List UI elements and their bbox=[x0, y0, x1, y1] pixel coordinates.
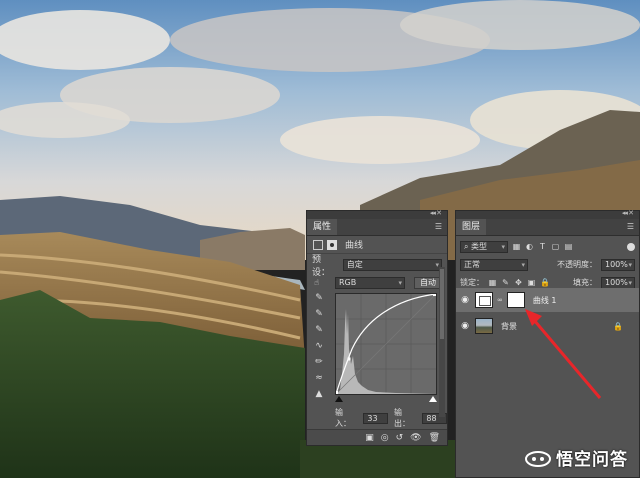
curve-graph[interactable] bbox=[335, 293, 437, 395]
lock-all-icon[interactable]: 🔒 bbox=[540, 278, 550, 287]
curve-point-mid bbox=[347, 357, 351, 361]
curve-tools: ✎ ✎ ✎ ∿ ✏ ≈ ▲ bbox=[312, 293, 326, 400]
eye-icon[interactable]: ◉ bbox=[459, 295, 471, 305]
tab-layers[interactable]: 图层 bbox=[456, 219, 487, 235]
link-icon[interactable]: ∞ bbox=[497, 296, 503, 304]
lock-artboard-icon[interactable]: ▣ bbox=[527, 278, 536, 287]
white-point-eyedropper-icon[interactable]: ✎ bbox=[313, 325, 325, 336]
input-label: 输入： bbox=[335, 408, 351, 428]
filter-adjustment-icon[interactable]: ◐ bbox=[525, 242, 534, 251]
filter-smart-object-icon[interactable]: ▤ bbox=[564, 242, 573, 251]
curve-point-black bbox=[335, 391, 338, 394]
layer-lock-icon[interactable]: 🔒 bbox=[613, 322, 623, 331]
blend-mode-dropdown[interactable]: 正常 bbox=[460, 258, 528, 271]
eye-icon[interactable]: ◉ bbox=[459, 321, 471, 331]
properties-panel: ◂◂ ✕ 属性 ☰ 曲线 预设： 自定 ☝ RGB 自动 ✎ ✎ ✎ ∿ ✏ ≈… bbox=[306, 209, 448, 446]
watermark: 悟空问答 bbox=[524, 445, 628, 470]
mask-icon[interactable] bbox=[327, 239, 337, 250]
filter-type-icon[interactable]: T bbox=[538, 242, 547, 251]
curve-point-white bbox=[433, 293, 436, 296]
watermark-text: 悟空问答 bbox=[556, 450, 628, 470]
fill-label: 填充： bbox=[573, 278, 597, 287]
lock-pixels-icon[interactable]: ✎ bbox=[501, 278, 510, 287]
panel-topbar[interactable]: ◂◂ ✕ bbox=[307, 209, 447, 219]
preset-label: 预设： bbox=[312, 254, 331, 278]
preset-row: 预设： 自定 bbox=[307, 255, 447, 278]
layers-tabbar: 图层 ☰ bbox=[456, 219, 639, 236]
preset-dropdown[interactable]: 自定 bbox=[342, 258, 442, 271]
image-thumbnail[interactable] bbox=[475, 318, 493, 334]
curve-edit-icon[interactable]: ∿ bbox=[313, 341, 325, 352]
search-icon: ⌕ bbox=[464, 241, 469, 251]
black-point-eyedropper-icon[interactable]: ✎ bbox=[313, 293, 325, 304]
collapse-icon[interactable]: ◂◂ ✕ bbox=[622, 209, 634, 217]
output-label: 输出： bbox=[394, 408, 410, 428]
fill-field[interactable]: 100% bbox=[601, 276, 635, 289]
gray-point-eyedropper-icon[interactable]: ✎ bbox=[313, 309, 325, 320]
clip-to-layer-icon[interactable]: ▣ bbox=[365, 433, 374, 443]
filter-kind-dropdown[interactable]: ⌕ 类型 bbox=[460, 240, 508, 253]
layer-row-curves[interactable]: ◉ ∞ 曲线 1 bbox=[456, 288, 639, 312]
filter-shape-icon[interactable]: ▢ bbox=[551, 242, 560, 251]
mask-thumbnail[interactable] bbox=[506, 292, 525, 308]
lock-label: 锁定： bbox=[460, 278, 484, 287]
lock-position-icon[interactable]: ✥ bbox=[514, 278, 523, 287]
smooth-icon[interactable]: ≈ bbox=[313, 373, 325, 384]
properties-footer: ▣ ◎ ↺ 👁 🗑 bbox=[307, 429, 447, 445]
filter-pixel-icon[interactable]: ▦ bbox=[512, 242, 521, 251]
layer-name[interactable]: 背景 bbox=[501, 321, 517, 332]
watermark-logo-icon bbox=[525, 450, 551, 467]
blend-row: 正常 不透明度： 100% bbox=[456, 257, 639, 272]
input-output-row: 输入： 33 输出： 88 bbox=[335, 407, 447, 429]
input-gradient-slider[interactable] bbox=[335, 395, 437, 402]
layer-name[interactable]: 曲线 1 bbox=[533, 295, 557, 306]
panel-menu-icon[interactable]: ☰ bbox=[435, 222, 442, 231]
collapse-icon[interactable]: ◂◂ ✕ bbox=[430, 209, 442, 217]
layers-panel: ◂◂ ✕ 图层 ☰ ⌕ 类型 ▦ ◐ T ▢ ▤ 正常 不透明度： 100% 锁… bbox=[455, 209, 640, 478]
delete-icon[interactable]: 🗑 bbox=[429, 433, 440, 443]
filter-kind-value: 类型 bbox=[471, 241, 488, 251]
opacity-field[interactable]: 100% bbox=[601, 258, 635, 271]
filter-row: ⌕ 类型 ▦ ◐ T ▢ ▤ bbox=[456, 239, 639, 254]
visibility-icon[interactable]: 👁 bbox=[410, 433, 421, 443]
panel-menu-icon[interactable]: ☰ bbox=[627, 222, 634, 231]
lock-transparent-icon[interactable]: ▦ bbox=[488, 278, 497, 287]
pencil-icon[interactable]: ✏ bbox=[313, 357, 325, 368]
input-field[interactable]: 33 bbox=[363, 412, 388, 424]
adjustment-icon[interactable] bbox=[313, 239, 323, 250]
hand-tool-icon[interactable]: ☝ bbox=[312, 278, 321, 287]
reset-icon[interactable]: ↺ bbox=[396, 433, 404, 443]
filter-toggle-icon[interactable] bbox=[627, 242, 635, 251]
channel-dropdown[interactable]: RGB bbox=[335, 276, 405, 289]
tab-properties[interactable]: 属性 bbox=[307, 219, 338, 235]
view-previous-icon[interactable]: ◎ bbox=[381, 433, 389, 443]
properties-tabbar: 属性 ☰ bbox=[307, 219, 447, 236]
properties-scrollbar[interactable] bbox=[439, 267, 445, 417]
auto-button[interactable]: 自动 bbox=[414, 276, 442, 289]
adjustment-title: 曲线 bbox=[345, 241, 364, 251]
layer-row-background[interactable]: ◉ 背景 🔒 bbox=[456, 314, 639, 338]
adjustment-thumbnail[interactable] bbox=[475, 292, 493, 308]
panel-topbar[interactable]: ◂◂ ✕ bbox=[456, 209, 639, 219]
clipping-warning-icon[interactable]: ▲ bbox=[313, 389, 325, 400]
opacity-label: 不透明度： bbox=[557, 260, 597, 269]
